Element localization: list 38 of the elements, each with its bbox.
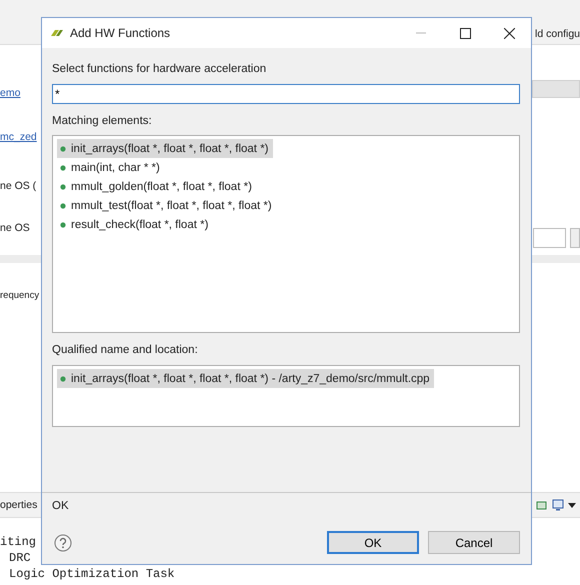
- console-line: Logic Optimization Task: [9, 566, 175, 582]
- project-link[interactable]: emo: [0, 86, 20, 100]
- close-icon: [504, 28, 514, 38]
- console-line: DRC: [9, 550, 31, 566]
- cancel-button[interactable]: Cancel: [428, 531, 520, 554]
- project-link[interactable]: mc_zed: [0, 130, 37, 144]
- function-item[interactable]: mmult_golden(float *, float *, float *): [57, 177, 256, 196]
- console-line: iting: [0, 534, 36, 550]
- panel-tab[interactable]: operties: [0, 499, 38, 511]
- function-item[interactable]: main(int, char * *): [57, 158, 164, 177]
- location-item[interactable]: init_arrays(float *, float *, float *, float *) - /arty_z7_demo/src/mmult.cpp: [57, 369, 434, 388]
- function-icon: [60, 222, 66, 228]
- field-label: ne OS: [0, 221, 30, 235]
- function-item[interactable]: init_arrays(float *, float *, float *, float *): [57, 139, 273, 158]
- ok-button[interactable]: OK: [327, 531, 419, 554]
- dropdown-arrow-icon[interactable]: [568, 502, 576, 508]
- function-item[interactable]: mmult_test(float *, float *, float *, float *): [57, 196, 276, 215]
- help-icon[interactable]: [54, 534, 72, 552]
- text-field[interactable]: [533, 228, 566, 248]
- function-icon: [60, 202, 66, 208]
- list-label: Matching elements:: [52, 114, 152, 128]
- filter-field[interactable]: *: [52, 84, 520, 104]
- list-label: Qualified name and location:: [52, 343, 198, 357]
- function-item[interactable]: result_check(float *, float *): [57, 215, 212, 234]
- function-icon: [60, 146, 66, 152]
- function-icon: [60, 376, 66, 382]
- monitor-icon[interactable]: [552, 499, 564, 511]
- status-message: OK: [52, 499, 69, 513]
- function-icon: [60, 164, 66, 170]
- prompt-label: Select functions for hardware acceleration: [52, 62, 266, 76]
- window-title: Add HW Functions: [70, 26, 172, 40]
- maximize-icon: [460, 28, 470, 38]
- field-label: ne OS (: [0, 179, 36, 193]
- app-logo-icon: [50, 29, 64, 37]
- config-label: ld configu: [535, 27, 580, 41]
- minimize-icon: [416, 32, 426, 34]
- function-icon: [60, 184, 66, 190]
- section-label: requency: [0, 289, 40, 303]
